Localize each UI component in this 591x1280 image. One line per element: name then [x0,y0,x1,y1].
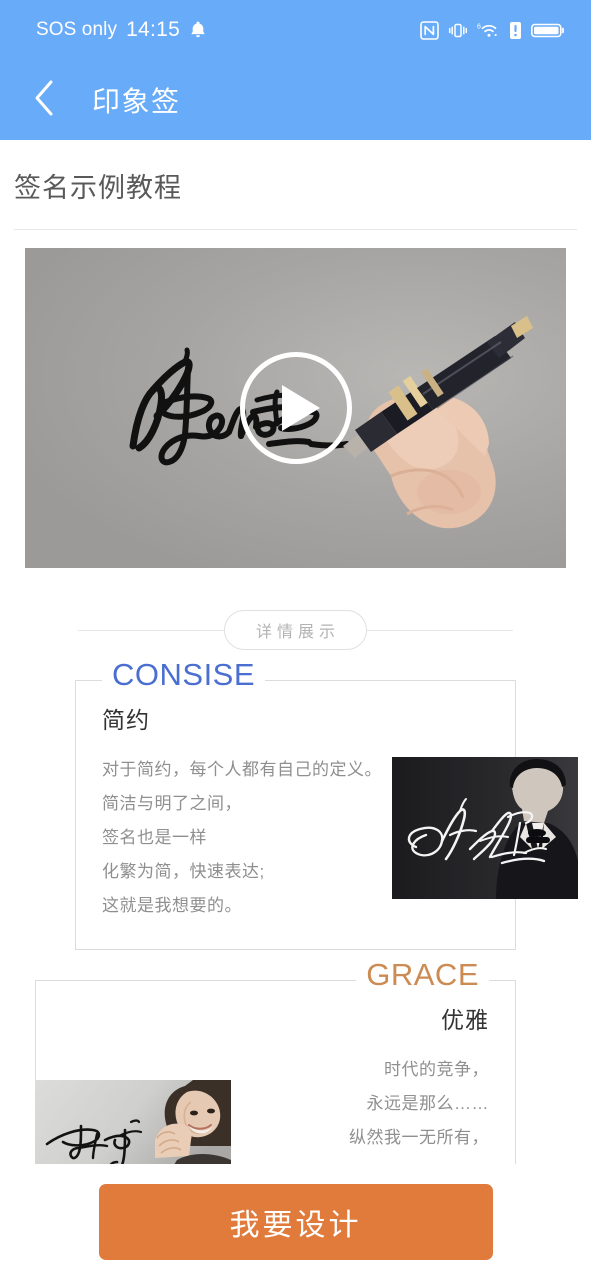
cta-bar: 我要设计 [0,1164,591,1280]
divider-line-left [78,629,224,631]
app-screen: SOS only 14:15 6 印象签 签名示例教程 详情展示 CONSISE… [0,0,591,1280]
consise-line-5: 这就是我想要的。 [102,896,242,915]
tutorial-title: 签名示例教程 [14,173,182,203]
consise-line-4: 化繁为简，快速表达; [102,862,265,881]
page-title: 印象签 [92,86,181,117]
consise-body: 简约 对于简约，每个人都有自己的定义。 简洁与明了之间， 签名也是一样 化繁为简… [76,681,578,949]
battery-icon [531,21,565,40]
section-consise: CONSISE 简约 对于简约，每个人都有自己的定义。 简洁与明了之间， 签名也… [0,659,591,950]
chevron-left-icon [31,78,57,123]
section-header: 签名示例教程 [0,140,591,230]
play-button[interactable] [239,352,352,464]
vibrate-icon [448,21,468,40]
play-icon [282,385,320,431]
wifi-6-icon: 6 [477,21,500,40]
consise-card: CONSISE 简约 对于简约，每个人都有自己的定义。 简洁与明了之间， 签名也… [75,659,578,950]
consise-photo [392,757,578,899]
status-bar: SOS only 14:15 6 [0,0,591,60]
clock-label: 14:15 [126,18,181,41]
svg-text:6: 6 [477,23,481,30]
status-bar-left: SOS only 14:15 [36,18,207,42]
consise-line-2: 简洁与明了之间， [102,794,242,813]
consise-line-1: 对于简约，每个人都有自己的定义。 [102,760,382,779]
nfc-icon [420,20,439,40]
details-label: 详情展示 [224,610,368,650]
design-button[interactable]: 我要设计 [98,1184,493,1260]
title-divider [14,229,577,230]
alert-icon [509,21,522,40]
grace-heading: GRACE [356,959,489,990]
divider-line-right [367,629,514,631]
consise-photo-art [392,757,578,899]
carrier-label: SOS only [36,19,118,40]
details-divider: 详情展示 [78,610,514,650]
consise-text: 对于简约，每个人都有自己的定义。 简洁与明了之间， 签名也是一样 化繁为简，快速… [102,753,382,923]
consise-line-3: 签名也是一样 [102,828,207,847]
consise-row: 对于简约，每个人都有自己的定义。 简洁与明了之间， 签名也是一样 化繁为简，快速… [102,753,578,923]
nav-bar: 印象签 [0,60,591,140]
back-button[interactable] [18,74,70,126]
consise-heading: CONSISE [102,659,266,690]
status-bar-right: 6 [420,20,565,40]
bell-icon [189,20,207,40]
video-player[interactable] [25,248,566,568]
